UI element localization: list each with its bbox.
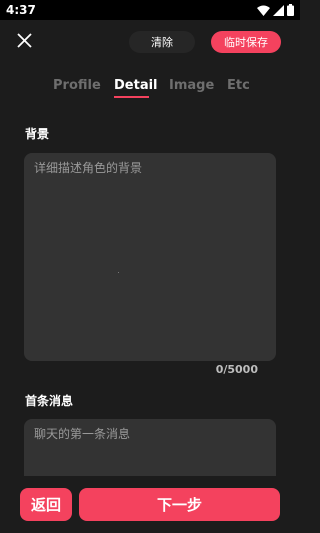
text-cursor bbox=[118, 272, 119, 273]
signal-icon bbox=[273, 4, 284, 16]
next-step-button[interactable]: 下一步 bbox=[79, 488, 280, 521]
top-bar: 清除 临时保存 bbox=[0, 22, 300, 60]
background-textarea[interactable]: 详细描述角色的背景 bbox=[24, 153, 276, 361]
first-message-label: 首条消息 bbox=[25, 394, 74, 408]
clear-button[interactable]: 清除 bbox=[129, 31, 195, 53]
background-char-counter: 0/5000 bbox=[215, 363, 258, 376]
background-placeholder: 详细描述角色的背景 bbox=[34, 161, 143, 175]
back-button[interactable]: 返回 bbox=[20, 488, 72, 521]
tab-bar: Profile Detail Image Etc bbox=[0, 76, 300, 102]
status-bar: 4:37 bbox=[0, 0, 300, 20]
first-message-placeholder: 聊天的第一条消息 bbox=[34, 427, 131, 441]
battery-icon bbox=[287, 4, 294, 16]
system-icons bbox=[257, 4, 294, 16]
close-icon[interactable] bbox=[14, 30, 36, 52]
tab-image[interactable]: Image bbox=[169, 78, 214, 93]
background-label: 背景 bbox=[25, 127, 50, 141]
bottom-bar: 返回 下一步 bbox=[0, 476, 300, 533]
tab-detail[interactable]: Detail bbox=[114, 78, 158, 93]
tab-etc[interactable]: Etc bbox=[227, 78, 250, 93]
status-time: 4:37 bbox=[6, 3, 36, 17]
wifi-icon bbox=[257, 5, 270, 16]
active-tab-indicator bbox=[114, 96, 149, 98]
tab-profile[interactable]: Profile bbox=[53, 78, 101, 93]
temp-save-button[interactable]: 临时保存 bbox=[211, 31, 281, 53]
